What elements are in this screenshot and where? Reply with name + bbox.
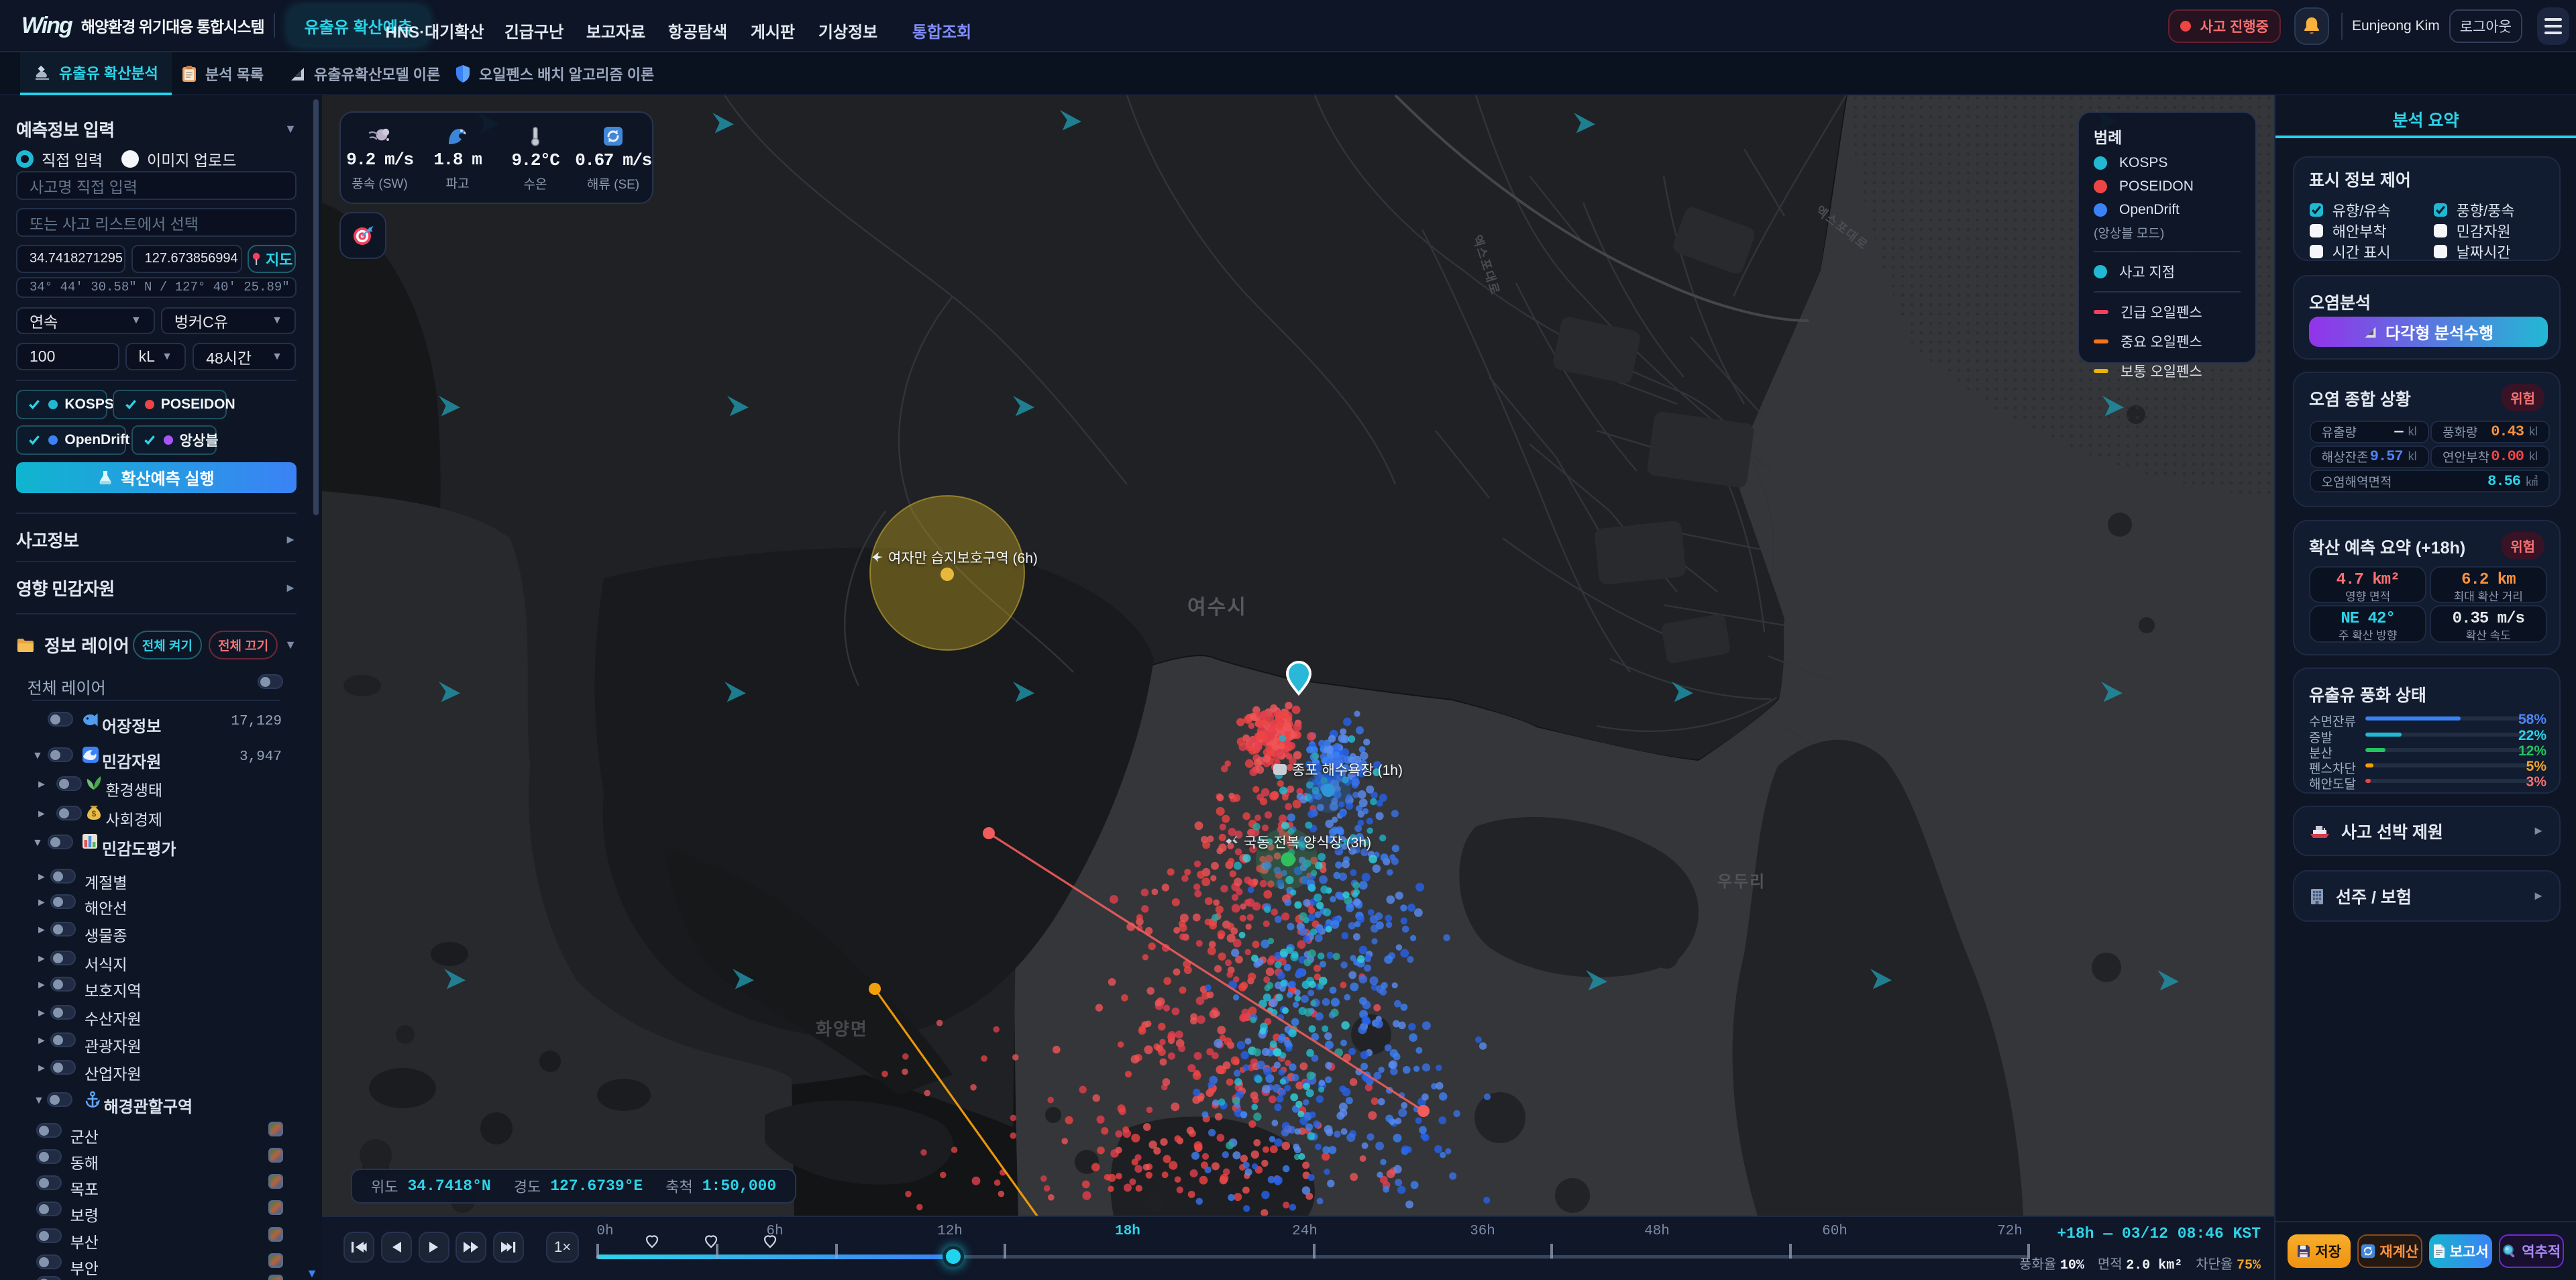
svg-text:$: $	[92, 809, 97, 818]
